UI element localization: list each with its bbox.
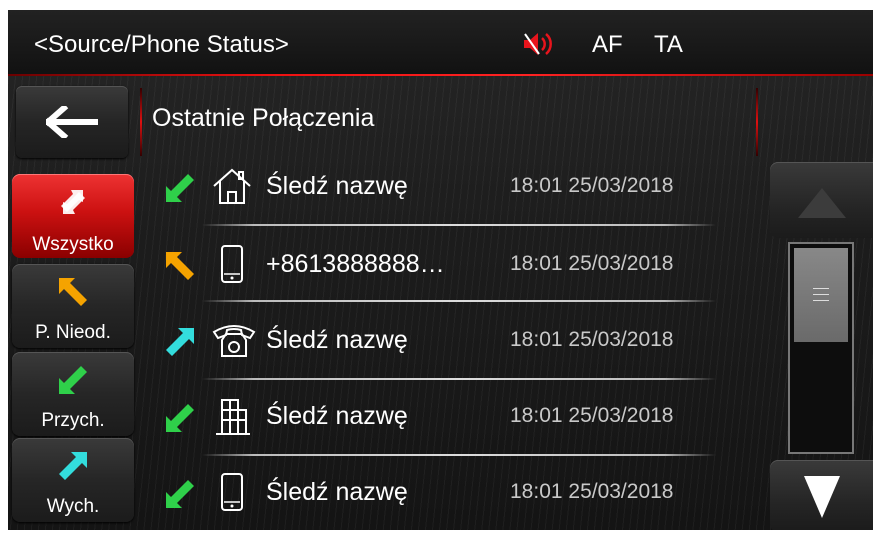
call-row[interactable]: Śledź nazwę 18:01 25/03/2018 [156,380,728,456]
incoming-call-icon [166,404,194,432]
row-divider [202,224,716,226]
tab-missed[interactable]: P. Nieod. [12,264,134,348]
tab-all[interactable]: Wszystko [12,174,134,258]
scrollbar-track[interactable] [788,242,854,454]
triangle-up-icon [798,188,846,218]
tab-incoming[interactable]: Przych. [12,352,134,436]
landline-phone-icon [212,325,256,357]
call-row[interactable]: +8613888888… 18:01 25/03/2018 [156,228,728,304]
call-row[interactable]: Śledź nazwę 18:01 25/03/2018 [156,456,728,530]
ta-indicator: TA [654,31,683,58]
contact-name: Śledź nazwę [266,172,408,200]
outgoing-call-icon [166,328,194,356]
office-building-icon [216,399,250,435]
missed-call-icon [59,278,87,306]
tab-incoming-label: Przych. [41,410,105,431]
tab-all-label: Wszystko [32,234,114,255]
outgoing-call-icon [59,452,87,480]
scrollbar-thumb[interactable] [794,248,848,342]
missed-call-icon [166,252,194,280]
scroll-down-button[interactable] [770,460,873,530]
contact-name: Śledź nazwę [266,326,408,354]
title-separator-right [756,88,758,156]
call-time: 18:01 25/03/2018 [510,480,674,503]
incoming-call-icon [166,480,194,508]
all-calls-icon [61,190,85,214]
scroll-up-button[interactable] [770,162,873,238]
grip-line [813,294,829,295]
recent-calls-title: Ostatnie Połączenia [152,104,375,132]
status-bar: <Source/Phone Status> AF TA [8,10,873,76]
tab-outgoing-label: Wych. [46,496,100,517]
mobile-phone-icon [221,245,243,283]
row-divider [202,300,716,302]
incoming-call-icon [166,174,194,202]
grip-line [813,300,829,301]
grip-line [813,288,829,289]
header-divider [8,74,873,76]
call-time: 18:01 25/03/2018 [510,174,674,197]
back-button[interactable] [16,86,128,158]
back-arrow-icon [46,106,98,138]
speaker-muted-icon [522,30,558,58]
contact-name: Śledź nazwę [266,478,408,506]
tab-outgoing[interactable]: Wych. [12,438,134,522]
af-indicator: AF [592,31,623,58]
source-title[interactable]: <Source/Phone Status> [34,31,289,59]
call-row[interactable]: Śledź nazwę 18:01 25/03/2018 [156,304,728,380]
contact-name: Śledź nazwę [266,402,408,430]
incoming-call-icon [59,366,87,394]
home-icon [213,168,251,204]
mobile-phone-icon [221,473,243,511]
call-row[interactable]: Śledź nazwę 18:01 25/03/2018 [156,150,728,226]
call-time: 18:01 25/03/2018 [510,252,674,275]
tab-missed-label: P. Nieod. [35,322,111,343]
phone-status-screen: <Source/Phone Status> AF TA Ostatnie Poł… [8,10,873,530]
contact-name: +8613888888… [266,250,445,278]
triangle-down-icon [804,476,840,518]
call-time: 18:01 25/03/2018 [510,328,674,351]
call-time: 18:01 25/03/2018 [510,404,674,427]
title-separator-left [140,88,142,156]
